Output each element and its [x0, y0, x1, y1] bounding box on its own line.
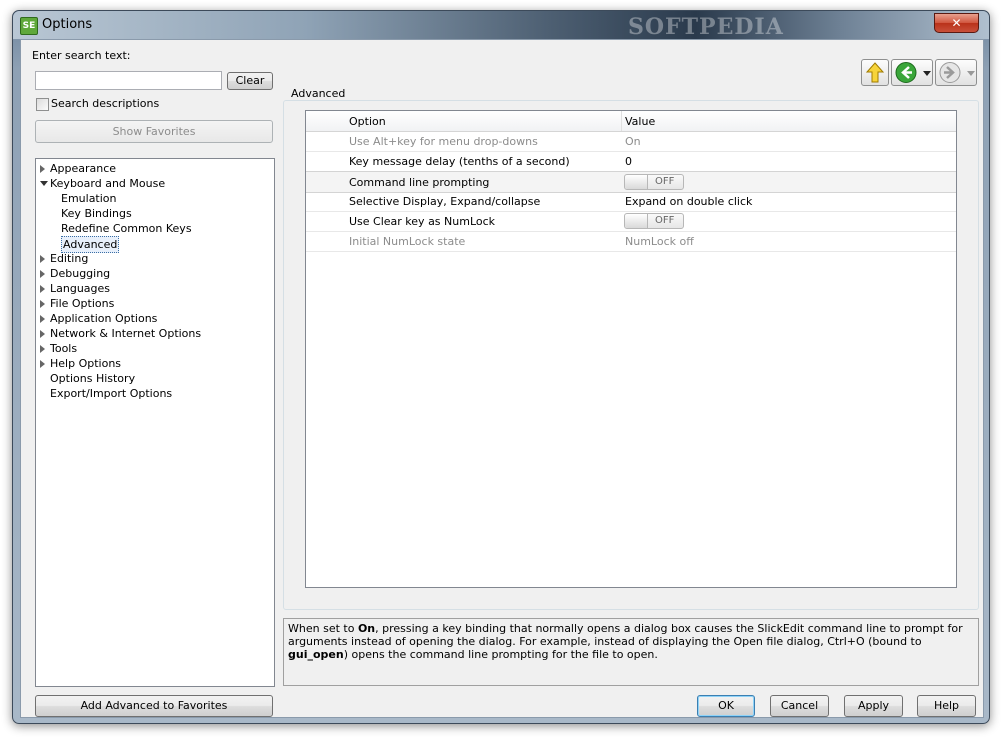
collapsed-arrow-icon[interactable]: [40, 300, 45, 308]
description-part: When set to: [288, 622, 358, 635]
clear-button[interactable]: Clear: [227, 72, 273, 90]
description-part: , pressing a key binding that normally o…: [288, 622, 963, 648]
description-text: When set to On, pressing a key binding t…: [288, 622, 974, 661]
search-label: Enter search text:: [32, 49, 131, 62]
options-grid[interactable]: Option Value Use Alt+key for menu drop-d…: [305, 110, 957, 588]
option-name: Command line prompting: [349, 176, 490, 189]
options-tree[interactable]: Appearance Keyboard and Mouse Emulation Key…: [35, 158, 275, 687]
option-value: NumLock off: [625, 235, 694, 248]
option-row[interactable]: Selective Display, Expand/collapse Expand…: [306, 191, 956, 212]
collapsed-arrow-icon[interactable]: [40, 285, 45, 293]
app-icon: SE: [20, 17, 38, 35]
collapsed-arrow-icon[interactable]: [40, 255, 45, 263]
column-header-value[interactable]: Value: [625, 115, 655, 128]
ok-button[interactable]: OK: [697, 695, 755, 717]
tree-item[interactable]: Export/Import Options: [50, 386, 172, 401]
tree-item[interactable]: Keyboard and Mouse: [50, 176, 165, 191]
option-row[interactable]: Use Alt+key for menu drop-downs On: [306, 131, 956, 152]
tree-item[interactable]: Emulation: [61, 191, 117, 206]
option-name: Selective Display, Expand/collapse: [349, 195, 541, 208]
add-to-favorites-button[interactable]: Add Advanced to Favorites: [35, 695, 273, 717]
description-part: ) opens the command line prompting for t…: [343, 648, 658, 661]
show-favorites-button[interactable]: Show Favorites: [35, 120, 273, 143]
option-row[interactable]: Initial NumLock state NumLock off: [306, 231, 956, 252]
help-button[interactable]: Help: [917, 695, 976, 717]
tree-item[interactable]: Help Options: [50, 356, 121, 371]
toggle-label: OFF: [655, 215, 675, 226]
option-value[interactable]: 0: [625, 155, 632, 168]
description-box: When set to On, pressing a key binding t…: [283, 618, 979, 686]
window-title: Options: [42, 17, 93, 32]
search-input[interactable]: [35, 71, 222, 90]
expanded-arrow-icon[interactable]: [40, 181, 48, 186]
title-bar[interactable]: SE Options SOFTPEDIA ✕: [13, 11, 989, 40]
collapsed-arrow-icon[interactable]: [40, 360, 45, 368]
panel-title: Advanced: [291, 87, 346, 100]
tree-item[interactable]: Options History: [50, 371, 135, 386]
up-button[interactable]: [861, 59, 889, 86]
option-name: Use Alt+key for menu drop-downs: [349, 135, 538, 148]
tree-item[interactable]: Debugging: [50, 266, 110, 281]
tree-item[interactable]: Editing: [50, 251, 88, 266]
cancel-button[interactable]: Cancel: [770, 695, 829, 717]
watermark: SOFTPEDIA: [628, 14, 784, 40]
column-separator[interactable]: [621, 111, 622, 131]
tree-item[interactable]: Languages: [50, 281, 110, 296]
option-value[interactable]: Expand on double click: [625, 195, 752, 208]
tree-item[interactable]: File Options: [50, 296, 114, 311]
back-button[interactable]: [891, 59, 933, 86]
toggle-knob[interactable]: [625, 175, 648, 189]
option-row[interactable]: Command line prompting OFF: [306, 171, 956, 193]
option-row[interactable]: Use Clear key as NumLock OFF: [306, 211, 956, 232]
option-name: Key message delay (tenths of a second): [349, 155, 570, 168]
option-name: Use Clear key as NumLock: [349, 215, 496, 228]
apply-button[interactable]: Apply: [844, 695, 903, 717]
grid-header: Option Value: [306, 111, 956, 132]
column-header-option[interactable]: Option: [349, 115, 386, 128]
chevron-down-icon[interactable]: [923, 71, 931, 77]
close-button[interactable]: ✕: [934, 13, 979, 33]
option-name: Initial NumLock state: [349, 235, 466, 248]
description-bold: On: [357, 622, 376, 635]
tree-item[interactable]: Tools: [50, 341, 77, 356]
toggle-switch[interactable]: OFF: [624, 213, 684, 229]
up-arrow-icon: [865, 62, 885, 83]
tree-item[interactable]: Key Bindings: [61, 206, 132, 221]
tree-item[interactable]: Application Options: [50, 311, 157, 326]
collapsed-arrow-icon[interactable]: [40, 330, 45, 338]
search-descriptions-label: Search descriptions: [51, 97, 160, 110]
toggle-knob[interactable]: [625, 214, 648, 228]
toggle-label: OFF: [655, 176, 675, 187]
back-arrow-icon: [895, 62, 917, 83]
description-bold: gui_open: [288, 648, 344, 661]
tree-item[interactable]: Network & Internet Options: [50, 326, 201, 341]
option-row[interactable]: Key message delay (tenths of a second) 0: [306, 151, 956, 172]
collapsed-arrow-icon[interactable]: [40, 345, 45, 353]
dialog-client: Enter search text: Clear Search descript…: [20, 39, 984, 718]
tree-item[interactable]: Appearance: [50, 161, 116, 176]
collapsed-arrow-icon[interactable]: [40, 315, 45, 323]
search-descriptions-checkbox[interactable]: [36, 98, 49, 111]
collapsed-arrow-icon[interactable]: [40, 270, 45, 278]
close-icon: ✕: [951, 16, 962, 30]
collapsed-arrow-icon[interactable]: [40, 165, 45, 173]
forward-button[interactable]: [935, 59, 977, 86]
option-value: On: [625, 135, 641, 148]
tree-item[interactable]: Redefine Common Keys: [61, 221, 192, 236]
chevron-down-icon[interactable]: [967, 71, 975, 77]
toggle-switch[interactable]: OFF: [624, 174, 684, 190]
options-window: SE Options SOFTPEDIA ✕ Enter search text…: [12, 10, 990, 724]
forward-arrow-icon: [939, 62, 961, 83]
